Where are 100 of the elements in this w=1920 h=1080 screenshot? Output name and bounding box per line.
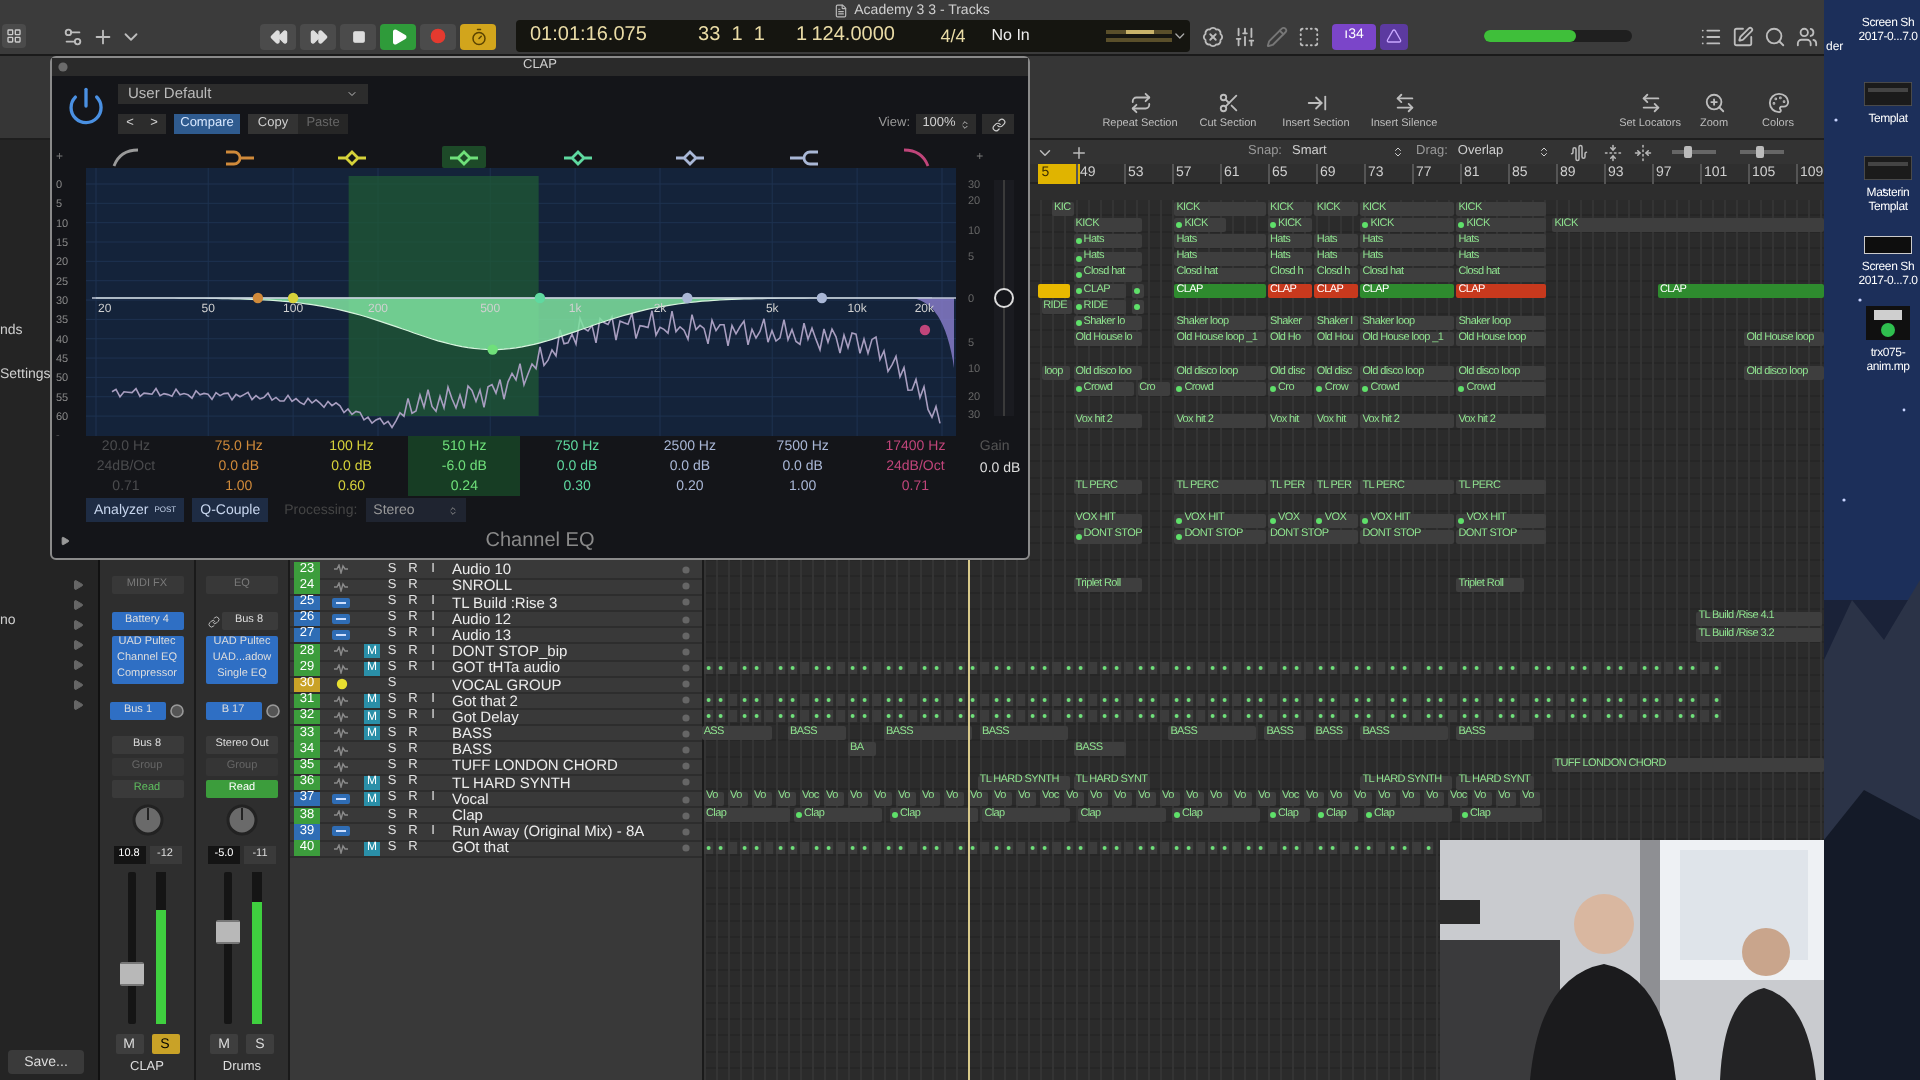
region[interactable]	[1037, 283, 1070, 298]
circle-icon	[682, 844, 690, 853]
group-dot-icon	[335, 678, 347, 691]
division-display: 1	[795, 26, 810, 47]
locators-icon[interactable]	[1639, 91, 1661, 113]
waveform-icon	[334, 843, 348, 854]
fader-handle[interactable]	[215, 920, 239, 945]
band-node[interactable]	[287, 292, 299, 304]
link-button[interactable]	[982, 114, 1014, 134]
stepper-icon	[959, 119, 970, 129]
send-knob-icon[interactable]	[170, 704, 184, 718]
circle-icon	[682, 615, 690, 624]
plugin-name: Channel EQ	[485, 531, 595, 551]
chevron-down-icon[interactable]	[1172, 28, 1188, 45]
chevron-down-icon	[346, 88, 358, 100]
plus-icon[interactable]	[92, 25, 114, 48]
instrument-icon	[332, 794, 350, 805]
close-icon[interactable]	[58, 62, 68, 72]
circle-icon	[682, 696, 690, 705]
instrument-icon	[332, 630, 350, 641]
vertical-fit-icon[interactable]	[1603, 143, 1622, 161]
cpu-meter-icon	[1106, 26, 1173, 47]
x-badge-icon[interactable]	[1202, 25, 1224, 48]
circle-icon	[682, 795, 690, 804]
tuner-button[interactable]	[1380, 23, 1408, 50]
circle-icon	[682, 565, 690, 574]
forward-button[interactable]	[300, 23, 336, 50]
circle-icon	[682, 631, 690, 640]
link-icon	[991, 117, 1005, 131]
insert-icon[interactable]	[1305, 91, 1327, 113]
slider-thumb[interactable]	[1756, 146, 1764, 158]
band-node[interactable]	[487, 344, 498, 355]
position-display: 33 1 1	[698, 26, 767, 47]
pencil-icon[interactable]	[1266, 25, 1288, 48]
instrument-icon	[332, 826, 350, 837]
pan-knob[interactable]	[226, 804, 258, 836]
time-display: 01:01:16.075	[530, 26, 649, 47]
volume-slider[interactable]	[1484, 30, 1632, 43]
circle-icon	[682, 746, 690, 755]
triangle-icon	[1386, 28, 1402, 45]
send-knob-icon[interactable]	[265, 704, 279, 718]
pan-knob[interactable]	[131, 804, 163, 836]
rewind-button[interactable]	[260, 23, 296, 50]
band-node[interactable]	[682, 292, 693, 304]
search-icon[interactable]	[1764, 25, 1786, 48]
highcut-filter-icon	[899, 147, 932, 167]
repeat-icon[interactable]	[1129, 91, 1151, 113]
list-icon[interactable]	[1700, 25, 1722, 48]
fast-forward-icon	[309, 27, 327, 46]
bell-filter-icon	[674, 147, 707, 167]
stop-icon	[351, 29, 365, 44]
stepper-icon	[447, 505, 458, 515]
bell-filter-icon	[561, 147, 594, 167]
settings-icon[interactable]	[62, 25, 84, 48]
tempo-display: 124.0000	[811, 26, 897, 47]
highshelf-filter-icon	[787, 147, 820, 167]
signature-display: 4/4	[940, 27, 968, 46]
scissors-icon[interactable]	[1217, 91, 1239, 113]
band-button[interactable]	[442, 146, 487, 168]
pointer-tool-icon[interactable]	[1070, 143, 1088, 161]
circle-icon	[682, 664, 690, 673]
zoom-icon[interactable]	[1703, 91, 1725, 113]
stop-button[interactable]	[340, 23, 376, 50]
circle-icon	[682, 762, 690, 771]
gain-slider[interactable]	[994, 179, 1014, 417]
circle-icon	[682, 811, 690, 820]
circle-icon	[682, 713, 690, 722]
lowshelf-filter-icon	[223, 147, 256, 167]
record-icon	[430, 28, 446, 45]
bell-filter-icon	[335, 147, 368, 167]
arrows-icon[interactable]	[1393, 91, 1415, 113]
power-icon[interactable]	[66, 86, 106, 126]
band-node[interactable]	[816, 292, 828, 304]
band-node[interactable]	[919, 324, 931, 336]
play-button[interactable]	[380, 23, 416, 50]
grid-icon	[6, 28, 22, 45]
circle-icon	[682, 680, 690, 689]
band-node[interactable]	[534, 292, 546, 304]
circle-icon	[682, 827, 690, 836]
waveform-zoom-icon[interactable]	[1569, 143, 1588, 161]
note-pad-icon[interactable]	[1732, 25, 1754, 48]
lowcut-filter-icon	[110, 147, 143, 167]
instrument-icon	[332, 597, 350, 608]
timer-icon	[469, 27, 487, 46]
dashed-square-icon[interactable]	[1298, 25, 1320, 48]
rewind-icon	[269, 27, 287, 46]
library-button[interactable]	[2, 24, 26, 49]
sliders-icon[interactable]	[1234, 25, 1256, 48]
document-icon	[834, 4, 849, 19]
slider-thumb[interactable]	[1684, 146, 1693, 158]
horizontal-fit-icon[interactable]	[1633, 143, 1652, 161]
people-icon[interactable]	[1796, 25, 1818, 48]
input-display: No In	[991, 28, 1032, 45]
fader-handle[interactable]	[120, 961, 144, 986]
band-node[interactable]	[252, 292, 264, 304]
circle-icon	[682, 729, 690, 738]
expand-icon[interactable]	[60, 536, 70, 546]
timer-button[interactable]	[460, 23, 496, 50]
circle-icon	[682, 778, 690, 787]
palette-icon[interactable]	[1767, 91, 1789, 113]
